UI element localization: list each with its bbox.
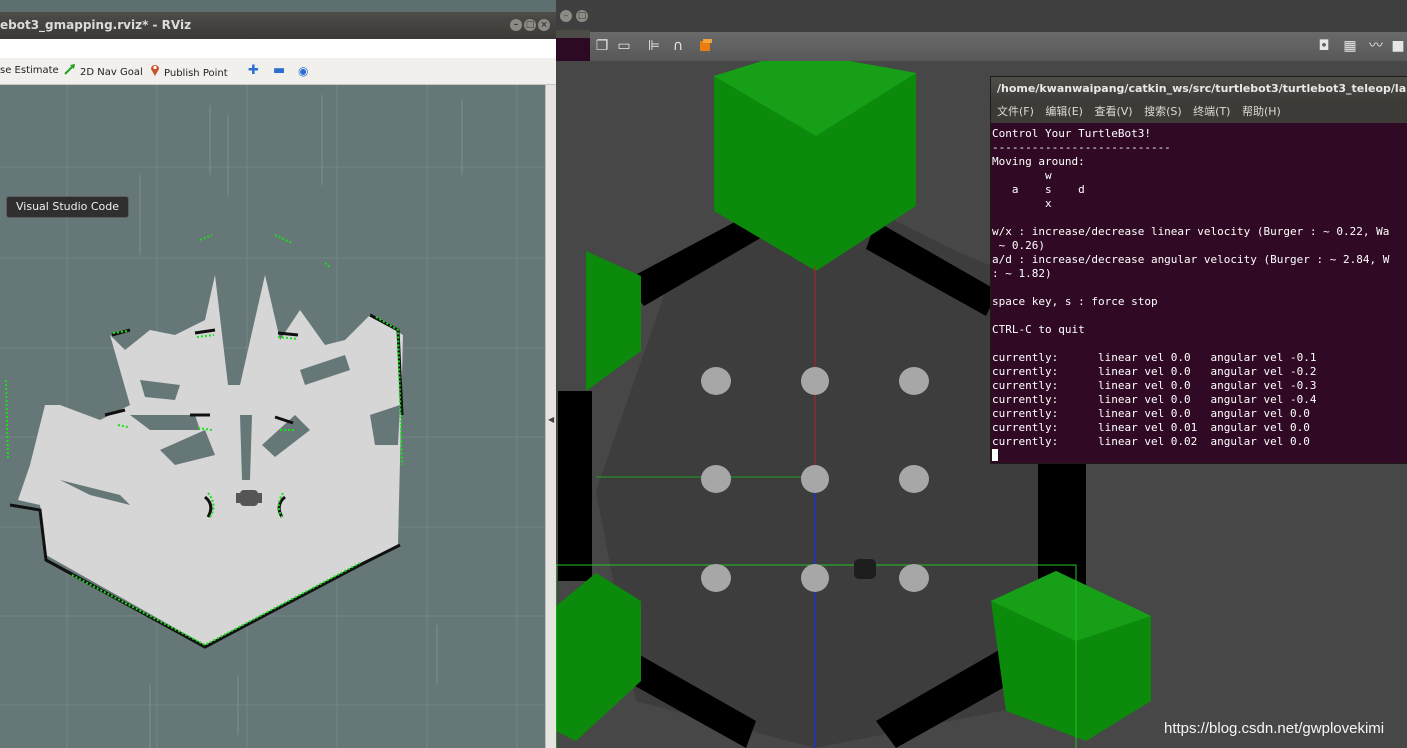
terminal-line: Control Your TurtleBot3! xyxy=(992,127,1151,140)
minimize-icon[interactable]: – xyxy=(510,19,522,31)
terminal-line: : ~ 1.82) xyxy=(992,267,1052,280)
minus-icon: ▬ xyxy=(273,63,286,78)
terminal-line: currently: linear vel 0.0 angular vel -0… xyxy=(992,351,1317,364)
terminal-line: CTRL-C to quit xyxy=(992,323,1085,336)
terminal-title-text: /home/kwanwaipang/catkin_ws/src/turtlebo… xyxy=(997,82,1407,95)
terminal-line: x xyxy=(992,197,1052,210)
rviz-title-text: ebot3_gmapping.rviz* - RViz xyxy=(0,18,192,32)
rviz-3d-view[interactable] xyxy=(0,85,545,748)
menu-file[interactable]: 文件(F) xyxy=(997,105,1034,118)
terminal-line: space key, s : force stop xyxy=(992,295,1158,308)
rviz-menubar xyxy=(0,39,556,58)
plot-icon[interactable]: 〰 xyxy=(1368,38,1384,54)
video-icon[interactable]: ■ xyxy=(1390,38,1406,54)
menu-terminal[interactable]: 终端(T) xyxy=(1193,105,1230,118)
pin-icon xyxy=(150,63,160,82)
terminal-line: w/x : increase/decrease linear velocity … xyxy=(992,225,1390,238)
gazebo-toolbar: ❐ ▭ ⊫ ∩ ◘ ▦ 〰 ■ xyxy=(590,32,1407,61)
color-cube-icon[interactable] xyxy=(698,38,714,54)
terminal-line: Moving around: xyxy=(992,155,1085,168)
terminal-line: ~ 0.26) xyxy=(992,239,1045,252)
pose-estimate-tool[interactable]: se Estimate xyxy=(0,63,59,79)
nav-goal-tool[interactable]: 2D Nav Goal xyxy=(64,63,143,79)
rviz-toolbar: se Estimate 2D Nav Goal Publish Point ✚ … xyxy=(0,58,556,85)
watermark-url: https://blog.csdn.net/gwplovekimi xyxy=(1164,720,1385,737)
menu-help[interactable]: 帮助(H) xyxy=(1242,105,1281,118)
gazebo-topbar: – □ xyxy=(556,0,1407,32)
eye-icon: ◉ xyxy=(298,64,309,78)
magnet-icon[interactable]: ∩ xyxy=(670,38,686,54)
publish-point-tool[interactable]: Publish Point xyxy=(150,63,228,79)
nav-goal-arrow-icon xyxy=(64,63,76,81)
terminal-menubar: 文件(F) 编辑(E) 查看(V) 搜索(S) 终端(T) 帮助(H) xyxy=(991,101,1407,123)
maximize-icon[interactable]: □ xyxy=(576,10,588,22)
terminal-line: a/d : increase/decrease angular velocity… xyxy=(992,253,1390,266)
minimize-icon[interactable]: – xyxy=(560,10,572,22)
terminal-line: a s d xyxy=(992,183,1085,196)
terminal-line: currently: linear vel 0.01 angular vel 0… xyxy=(992,421,1310,434)
terminal-titlebar[interactable]: /home/kwanwaipang/catkin_ws/src/turtlebo… xyxy=(991,77,1407,101)
close-icon[interactable]: × xyxy=(538,19,550,31)
remove-tool-button[interactable]: ▬ xyxy=(273,63,285,79)
plus-icon: ✚ xyxy=(248,63,259,78)
align-icon[interactable]: ⊫ xyxy=(646,38,662,54)
copy-icon[interactable]: ❐ xyxy=(594,38,610,54)
camera-icon[interactable]: ◘ xyxy=(1316,38,1332,54)
terminal-line: currently: linear vel 0.0 angular vel -0… xyxy=(992,393,1317,406)
rviz-window: ebot3_gmapping.rviz* - RViz – □ × se Est… xyxy=(0,0,556,748)
paste-icon[interactable]: ▭ xyxy=(616,38,632,54)
pose-estimate-label: se Estimate xyxy=(0,65,59,76)
terminal-line: --------------------------- xyxy=(992,141,1171,154)
terminal-line: currently: linear vel 0.0 angular vel -0… xyxy=(992,379,1317,392)
occupancy-map xyxy=(0,85,545,748)
background-window-edge xyxy=(556,30,590,38)
maximize-icon[interactable]: □ xyxy=(524,19,536,31)
menu-view[interactable]: 查看(V) xyxy=(1094,105,1132,118)
terminal-line: w xyxy=(992,169,1052,182)
menu-search[interactable]: 搜索(S) xyxy=(1144,105,1182,118)
record-icon[interactable]: ▦ xyxy=(1342,38,1358,54)
turtlebot-model xyxy=(854,559,876,579)
taskbar-tooltip: Visual Studio Code xyxy=(6,196,130,218)
rviz-side-scrollbar[interactable]: ◀ xyxy=(545,85,556,748)
view-options-button[interactable]: ◉ xyxy=(298,63,308,79)
nav-goal-label: 2D Nav Goal xyxy=(80,67,143,78)
publish-point-label: Publish Point xyxy=(164,68,228,79)
rviz-titlebar[interactable]: ebot3_gmapping.rviz* - RViz – □ × xyxy=(0,12,556,39)
collapse-arrow-icon[interactable]: ◀ xyxy=(548,415,554,424)
terminal-line: currently: linear vel 0.02 angular vel 0… xyxy=(992,435,1310,448)
add-tool-button[interactable]: ✚ xyxy=(248,63,259,79)
terminal-cursor xyxy=(992,449,1407,463)
menu-edit[interactable]: 编辑(E) xyxy=(1045,105,1083,118)
terminal-line: currently: linear vel 0.0 angular vel 0.… xyxy=(992,407,1310,420)
terminal-window[interactable]: /home/kwanwaipang/catkin_ws/src/turtlebo… xyxy=(990,76,1407,464)
terminal-line: currently: linear vel 0.0 angular vel -0… xyxy=(992,365,1317,378)
terminal-output[interactable]: Control Your TurtleBot3! ----------------… xyxy=(992,127,1407,463)
